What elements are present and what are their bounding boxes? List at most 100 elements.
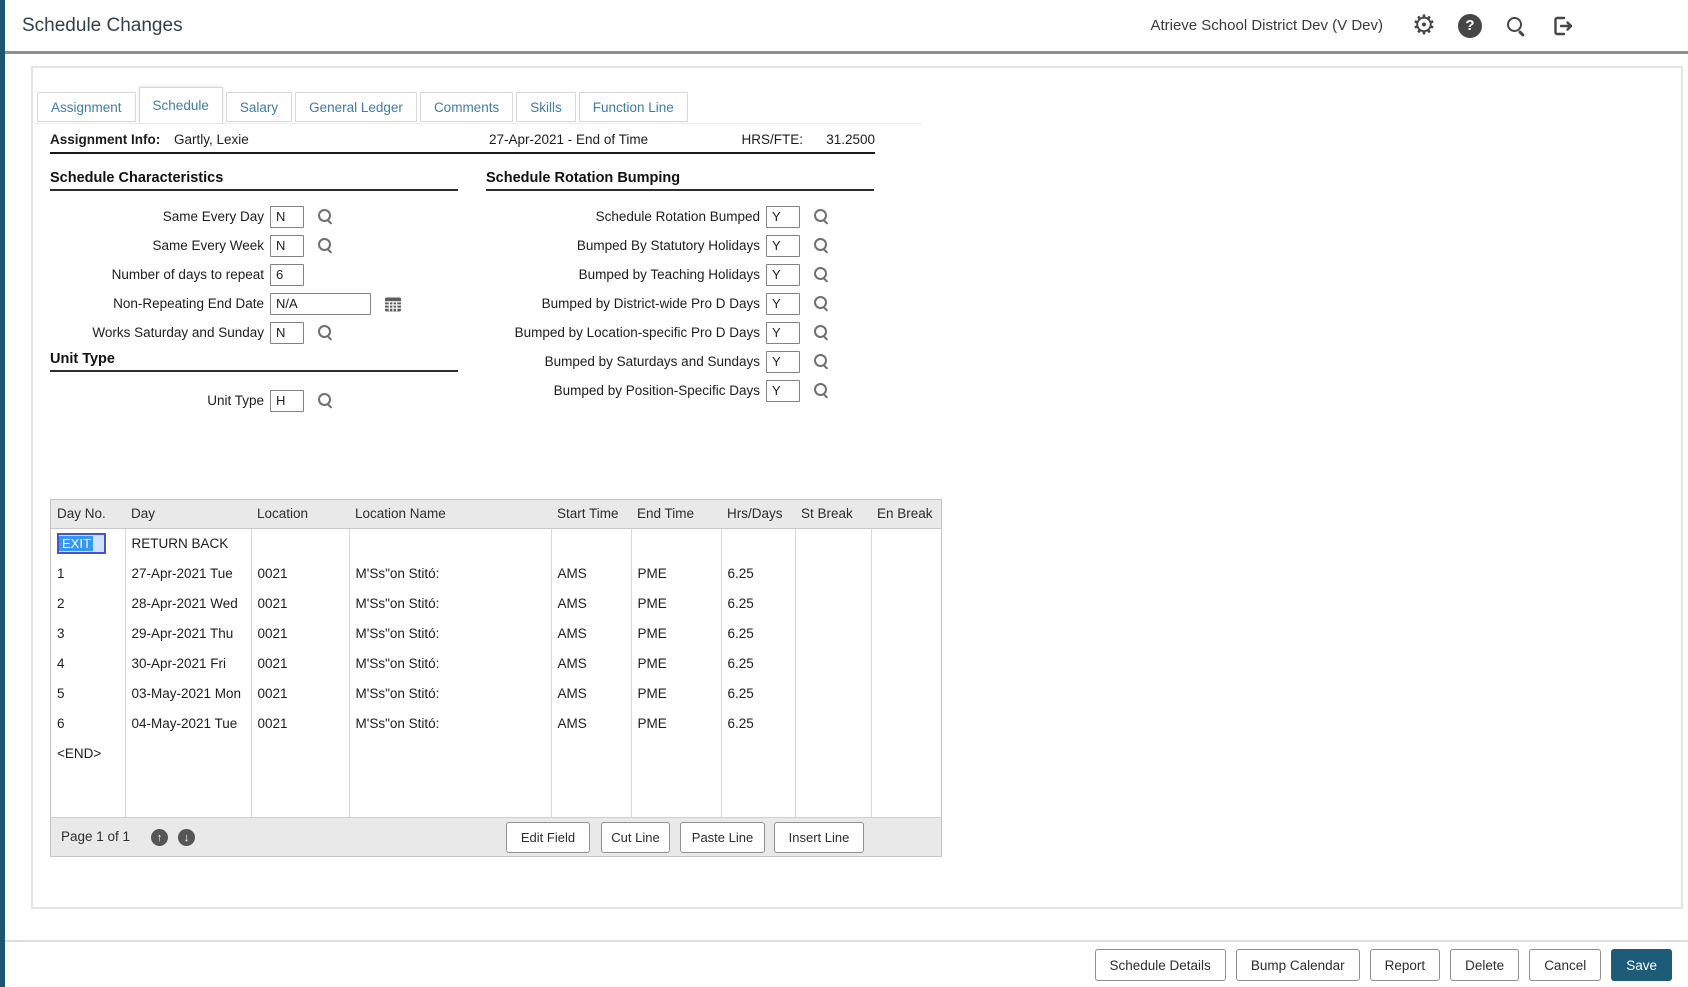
cell-en-break[interactable] <box>871 708 941 738</box>
same-every-week-input[interactable] <box>270 235 304 257</box>
tab-skills[interactable]: Skills <box>516 92 576 122</box>
schedule-details-button[interactable]: Schedule Details <box>1095 949 1226 981</box>
save-button[interactable]: Save <box>1611 949 1672 981</box>
cell-st-break[interactable] <box>795 648 871 678</box>
cell-st-break[interactable] <box>795 738 871 768</box>
cell-hrs-days[interactable]: 6.25 <box>721 558 795 588</box>
cell-day-no[interactable]: 3 <box>51 618 125 648</box>
cell-day[interactable]: 29-Apr-2021 Thu <box>125 618 251 648</box>
cell-location-name[interactable] <box>349 528 551 558</box>
cell-day[interactable]: 28-Apr-2021 Wed <box>125 588 251 618</box>
bumped-location-prod-input[interactable] <box>766 322 800 344</box>
cell-end-time[interactable]: PME <box>631 678 721 708</box>
cell-day[interactable] <box>125 738 251 768</box>
cell-location[interactable]: 0021 <box>251 648 349 678</box>
cell-st-break[interactable] <box>795 708 871 738</box>
cell-start-time[interactable] <box>551 738 631 768</box>
cell-en-break[interactable] <box>871 528 941 558</box>
lookup-icon[interactable] <box>813 208 830 225</box>
cell-st-break[interactable] <box>795 528 871 558</box>
calendar-icon[interactable] <box>384 295 402 313</box>
cell-location-name[interactable]: M'Ss"on Stitó: <box>349 558 551 588</box>
cell-start-time[interactable] <box>551 528 631 558</box>
non-repeating-end-date-input[interactable] <box>270 293 371 315</box>
cell-location-name[interactable]: M'Ss"on Stitó: <box>349 588 551 618</box>
cell-end-time[interactable]: PME <box>631 648 721 678</box>
bumped-teaching-holidays-input[interactable] <box>766 264 800 286</box>
tab-comments[interactable]: Comments <box>420 92 513 122</box>
logout-button[interactable] <box>1539 14 1585 38</box>
cell-st-break[interactable] <box>795 618 871 648</box>
cell-day-no[interactable]: 6 <box>51 708 125 738</box>
cell-hrs-days[interactable]: 6.25 <box>721 708 795 738</box>
lookup-icon[interactable] <box>813 382 830 399</box>
lookup-icon[interactable] <box>317 392 334 409</box>
bumped-district-prod-input[interactable] <box>766 293 800 315</box>
tab-general-ledger[interactable]: General Ledger <box>295 92 417 122</box>
cell-day-no[interactable]: 2 <box>51 588 125 618</box>
cell-day[interactable]: 03-May-2021 Mon <box>125 678 251 708</box>
cell-en-break[interactable] <box>871 648 941 678</box>
help-button[interactable] <box>1447 14 1493 38</box>
cell-hrs-days[interactable]: 6.25 <box>721 678 795 708</box>
cell-location-name[interactable]: M'Ss"on Stitó: <box>349 648 551 678</box>
lookup-icon[interactable] <box>317 237 334 254</box>
cell-en-break[interactable] <box>871 558 941 588</box>
page-up-button[interactable] <box>151 829 168 846</box>
schedule-rotation-bumped-input[interactable] <box>766 206 800 228</box>
cell-day[interactable]: 30-Apr-2021 Fri <box>125 648 251 678</box>
tab-function-line[interactable]: Function Line <box>579 92 688 122</box>
lookup-icon[interactable] <box>317 324 334 341</box>
cell-location[interactable]: 0021 <box>251 558 349 588</box>
bump-calendar-button[interactable]: Bump Calendar <box>1236 949 1360 981</box>
cell-location-name[interactable]: M'Ss"on Stitó: <box>349 618 551 648</box>
cell-en-break[interactable] <box>871 738 941 768</box>
cancel-button[interactable]: Cancel <box>1529 949 1601 981</box>
cell-en-break[interactable] <box>871 618 941 648</box>
lookup-icon[interactable] <box>813 237 830 254</box>
bumped-position-specific-input[interactable] <box>766 380 800 402</box>
cell-hrs-days[interactable] <box>721 738 795 768</box>
lookup-icon[interactable] <box>317 208 334 225</box>
delete-button[interactable]: Delete <box>1450 949 1519 981</box>
report-button[interactable]: Report <box>1370 949 1441 981</box>
cell-st-break[interactable] <box>795 588 871 618</box>
cell-end-time[interactable] <box>631 738 721 768</box>
cell-day[interactable]: 04-May-2021 Tue <box>125 708 251 738</box>
cell-st-break[interactable] <box>795 558 871 588</box>
cell-location[interactable] <box>251 528 349 558</box>
cell-start-time[interactable]: AMS <box>551 588 631 618</box>
cell-start-time[interactable]: AMS <box>551 708 631 738</box>
days-to-repeat-input[interactable] <box>270 264 304 286</box>
lookup-icon[interactable] <box>813 266 830 283</box>
cell-hrs-days[interactable]: 6.25 <box>721 618 795 648</box>
tab-salary[interactable]: Salary <box>226 92 292 122</box>
cell-location-name[interactable]: M'Ss"on Stitó: <box>349 678 551 708</box>
search-button[interactable] <box>1493 15 1539 37</box>
cell-start-time[interactable]: AMS <box>551 678 631 708</box>
settings-button[interactable] <box>1401 12 1447 39</box>
cell-location[interactable]: 0021 <box>251 678 349 708</box>
cell-day-no[interactable]: 4 <box>51 648 125 678</box>
lookup-icon[interactable] <box>813 353 830 370</box>
insert-line-button[interactable]: Insert Line <box>774 822 864 853</box>
tab-assignment[interactable]: Assignment <box>37 92 136 122</box>
page-down-button[interactable] <box>178 829 195 846</box>
cell-day-no[interactable]: 5 <box>51 678 125 708</box>
cell-hrs-days[interactable]: 6.25 <box>721 648 795 678</box>
edit-field-button[interactable]: Edit Field <box>506 822 590 853</box>
paste-line-button[interactable]: Paste Line <box>680 822 765 853</box>
cell-location-name[interactable] <box>349 738 551 768</box>
cell-day-no[interactable]: 1 <box>51 558 125 588</box>
lookup-icon[interactable] <box>813 324 830 341</box>
cut-line-button[interactable]: Cut Line <box>601 822 670 853</box>
cell-hrs-days[interactable] <box>721 528 795 558</box>
cell-start-time[interactable]: AMS <box>551 618 631 648</box>
bumped-statutory-holidays-input[interactable] <box>766 235 800 257</box>
bumped-weekends-input[interactable] <box>766 351 800 373</box>
cell-location[interactable]: 0021 <box>251 618 349 648</box>
end-marker[interactable]: <END> <box>51 738 125 768</box>
cell-en-break[interactable] <box>871 678 941 708</box>
works-saturday-sunday-input[interactable] <box>270 322 304 344</box>
cell-start-time[interactable]: AMS <box>551 558 631 588</box>
